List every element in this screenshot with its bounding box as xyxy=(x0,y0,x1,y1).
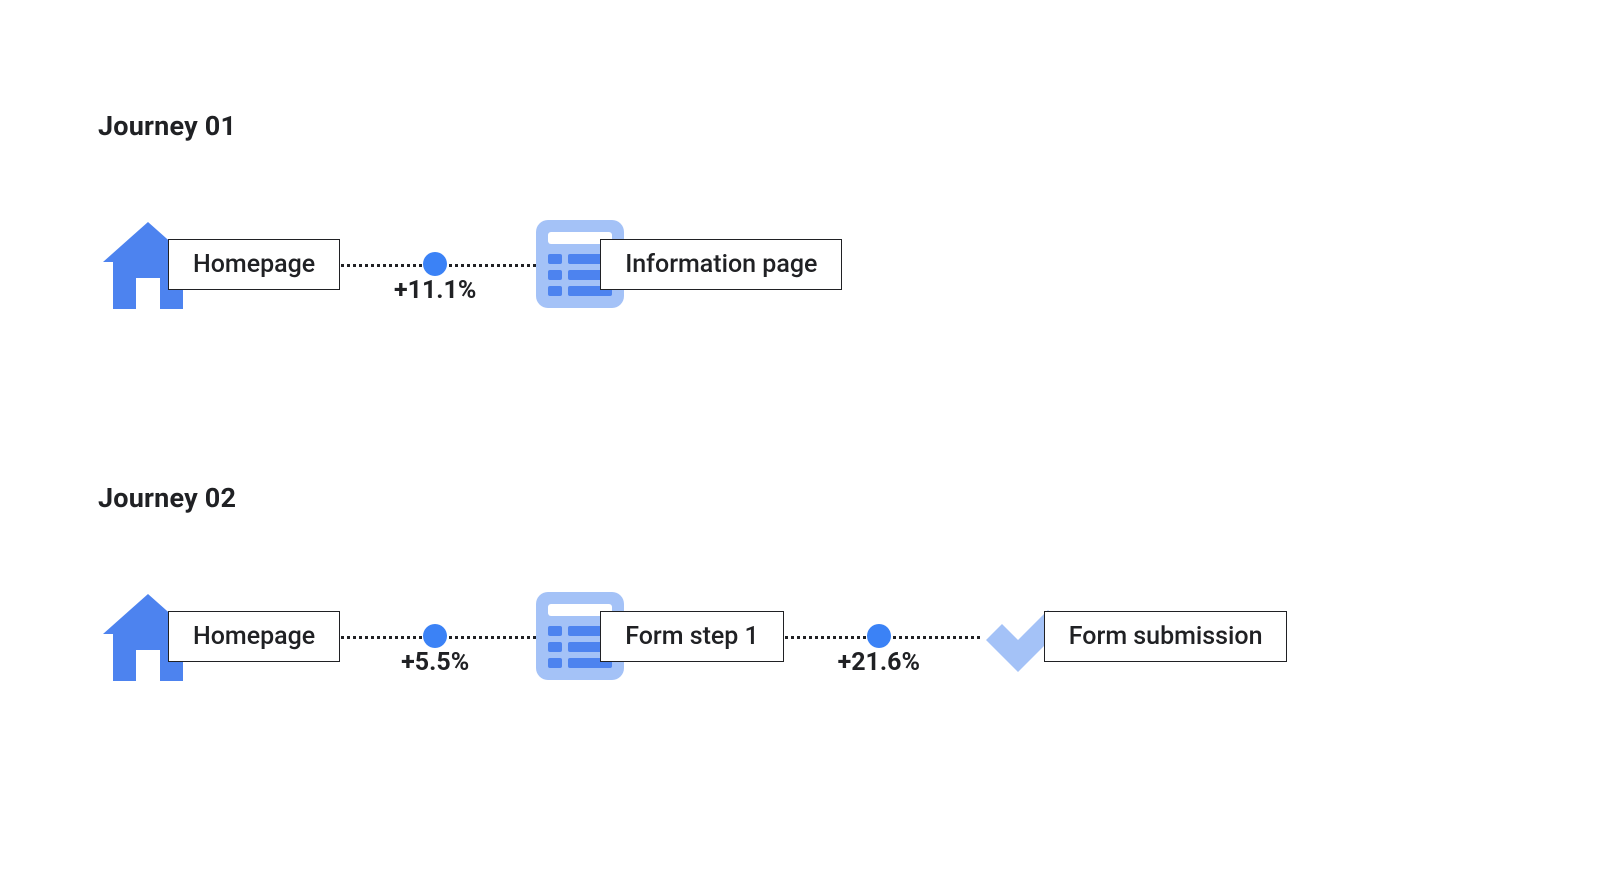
journey-01: Journey 01 Homepage +11.1% xyxy=(98,110,842,324)
journey-02: Journey 02 Homepage +5.5% xyxy=(98,482,1287,696)
connector-dot-icon xyxy=(423,624,447,648)
journey-flow: Homepage +5.5% Form step 1 xyxy=(98,576,1287,696)
connector-dot-icon xyxy=(867,624,891,648)
connector-delta: +11.1% xyxy=(394,276,476,305)
journey-title: Journey 02 xyxy=(98,482,1287,514)
journey-flow: Homepage +11.1% Information page xyxy=(98,204,842,324)
step-label: Homepage xyxy=(168,611,340,662)
step-label: Form step 1 xyxy=(600,611,784,662)
connector: +11.1% xyxy=(340,204,530,324)
step-form-submission: Form submission xyxy=(974,576,1288,696)
step-form-step-1: Form step 1 xyxy=(530,576,784,696)
connector: +5.5% xyxy=(340,576,530,696)
connector-delta: +21.6% xyxy=(838,648,920,677)
step-label: Form submission xyxy=(1044,611,1288,662)
connector-dot-icon xyxy=(423,252,447,276)
step-label: Homepage xyxy=(168,239,340,290)
step-homepage: Homepage xyxy=(98,204,340,324)
step-homepage: Homepage xyxy=(98,576,340,696)
step-information-page: Information page xyxy=(530,204,842,324)
connector-delta: +5.5% xyxy=(401,648,469,677)
journey-title: Journey 01 xyxy=(98,110,842,142)
step-label: Information page xyxy=(600,239,842,290)
connector: +21.6% xyxy=(784,576,974,696)
